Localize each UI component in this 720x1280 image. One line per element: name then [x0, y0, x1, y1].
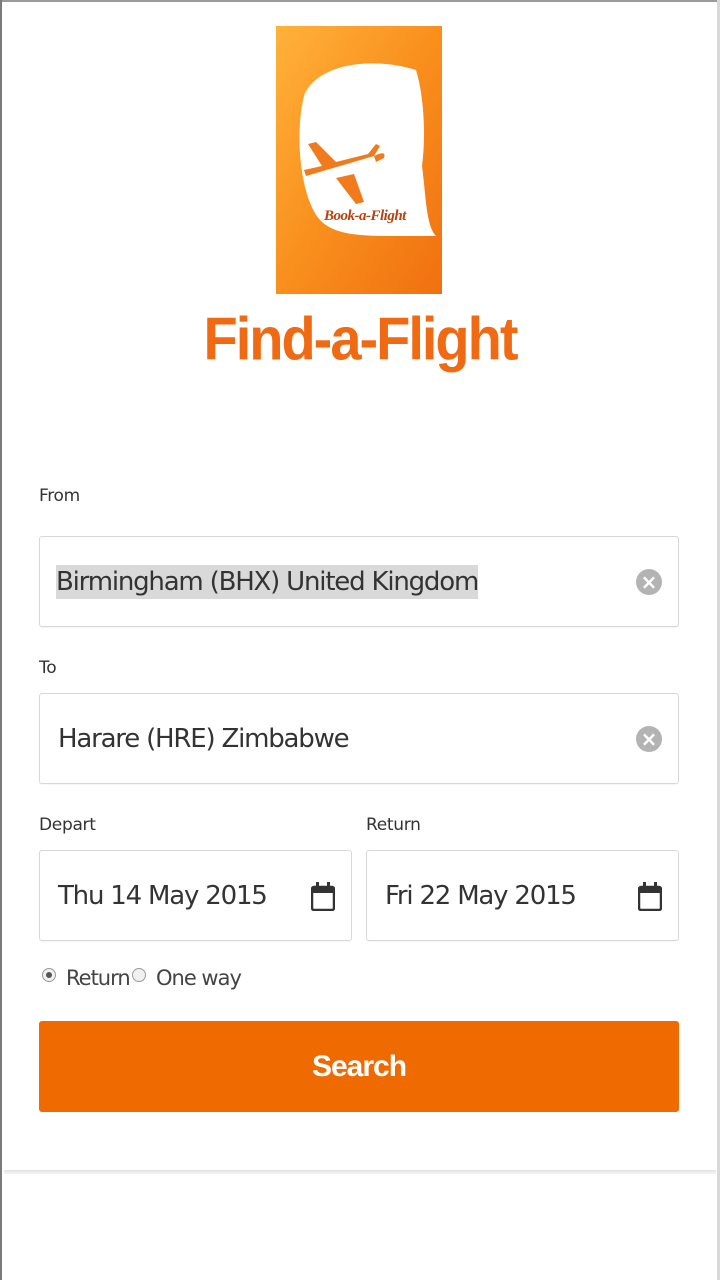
depart-date-value: Thu 14 May 2015	[58, 880, 268, 911]
app-logo: Book-a-Flight	[276, 26, 442, 294]
from-field-value: Birmingham (BHX) United Kingdom	[56, 564, 479, 599]
logo-caption: Book-a-Flight	[324, 208, 406, 224]
clear-to-icon[interactable]: ×	[636, 725, 662, 752]
logo-graphic	[276, 26, 442, 294]
from-field[interactable]: Birmingham (BHX) United Kingdom ×	[39, 536, 679, 627]
to-label: To	[39, 658, 57, 678]
window-left-border	[0, 0, 2, 1280]
calendar-icon[interactable]	[638, 881, 662, 911]
to-field-value: Harare (HRE) Zimbabwe	[58, 723, 350, 754]
return-radio[interactable]	[42, 968, 56, 982]
window-top-border	[0, 0, 720, 2]
one-way-radio[interactable]	[132, 968, 146, 982]
card-bottom-edge	[4, 1170, 716, 1174]
to-field[interactable]: Harare (HRE) Zimbabwe ×	[39, 693, 679, 784]
return-label: Return	[366, 815, 421, 835]
depart-label: Depart	[39, 815, 96, 835]
app-title: Find-a-Flight	[203, 304, 518, 373]
one-way-radio-label[interactable]: One way	[156, 966, 242, 990]
return-date-value: Fri 22 May 2015	[385, 880, 577, 911]
clear-from-icon[interactable]: ×	[636, 568, 662, 595]
calendar-icon[interactable]	[311, 881, 335, 911]
depart-date-field[interactable]: Thu 14 May 2015	[39, 850, 352, 941]
from-label: From	[39, 486, 80, 506]
return-date-field[interactable]: Fri 22 May 2015	[366, 850, 679, 941]
search-button[interactable]: Search	[39, 1021, 679, 1112]
return-radio-label[interactable]: Return	[66, 966, 131, 990]
